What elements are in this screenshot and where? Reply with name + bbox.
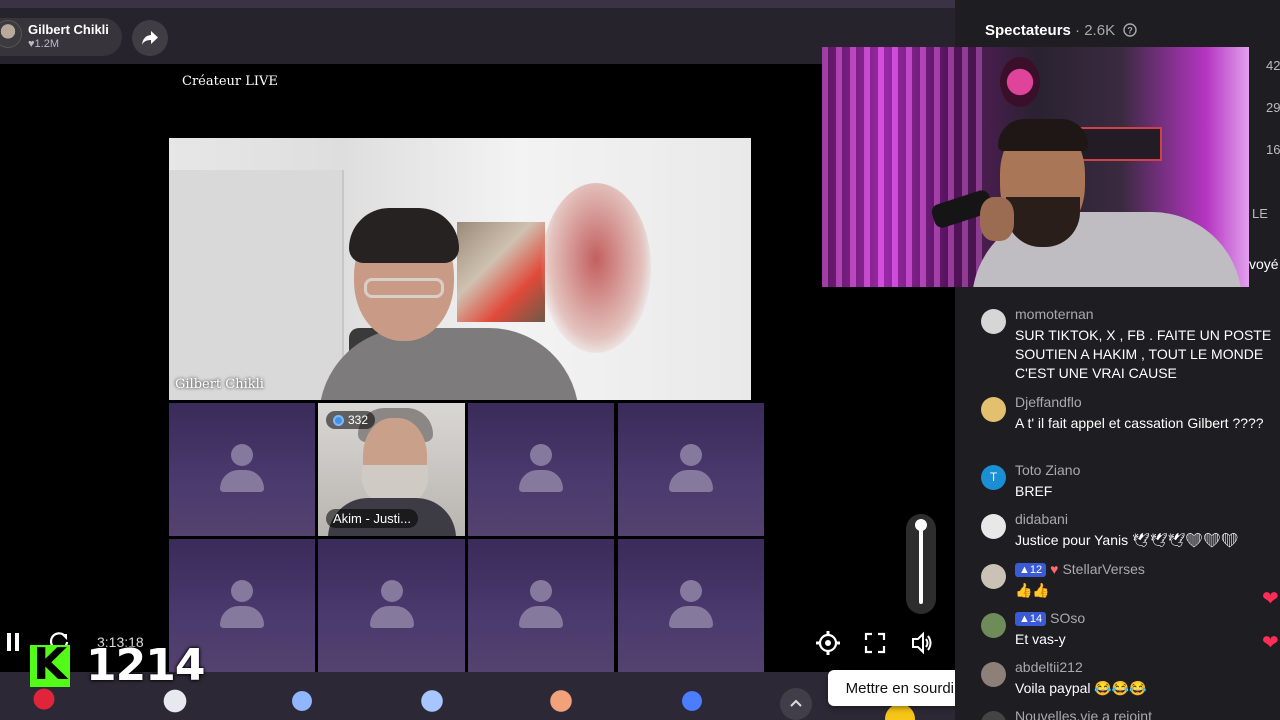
guest-score: 332	[348, 413, 369, 427]
wc-curtain	[822, 47, 982, 287]
guest-name: Akim - Justi...	[326, 509, 419, 528]
wall-poster	[457, 222, 545, 322]
volume-track	[919, 524, 923, 604]
share-icon	[142, 31, 158, 45]
unicorn-gift-icon[interactable]	[412, 682, 452, 720]
chat-avatar[interactable]	[981, 397, 1006, 422]
empty-guest-slot[interactable]	[468, 403, 614, 536]
host-glasses	[364, 278, 444, 298]
level-badge: ▲14	[1015, 612, 1047, 626]
creator-likes: ♥1.2M	[28, 38, 59, 50]
jet-gift-icon[interactable]	[282, 682, 322, 720]
edge-number: 29	[1266, 100, 1280, 115]
chevron-up-icon	[790, 699, 802, 707]
heart-icon: ♥	[1050, 561, 1059, 577]
empty-guest-slot[interactable]	[618, 403, 764, 536]
chat-avatar[interactable]	[981, 662, 1006, 687]
wc-person-hair	[998, 119, 1088, 151]
pause-icon[interactable]	[6, 633, 20, 651]
level-badge: ▲12	[1015, 563, 1047, 577]
viewers-header[interactable]: Spectateurs · 2.6K ?	[985, 22, 1137, 39]
wc-person-hand	[980, 197, 1014, 241]
chat-text: BREF	[1015, 483, 1053, 499]
creator-name[interactable]: Gilbert Chikli	[28, 22, 109, 37]
volume-slider[interactable]	[906, 514, 936, 614]
chat-username[interactable]: momoternan	[1015, 306, 1094, 322]
streamer-webcam	[822, 47, 1249, 287]
chat-text: A t' il fait appel et cassation Gilbert …	[1015, 415, 1264, 431]
empty-guest-slot[interactable]	[169, 403, 315, 536]
person-placeholder-icon	[220, 579, 264, 632]
chat-avatar[interactable]	[981, 564, 1006, 589]
empty-guest-slot[interactable]	[618, 539, 764, 672]
chat-username[interactable]: Nouvelles.vie	[1015, 708, 1098, 720]
chat-username[interactable]: didabani	[1015, 511, 1068, 527]
wc-neon-logo	[1000, 57, 1040, 107]
person-placeholder-icon	[220, 443, 264, 496]
host-hand	[541, 183, 651, 353]
edge-number: 42	[1266, 58, 1280, 73]
live-stream-page: Gilbert Chikli ♥1.2M Créateur LIVE Gilbe…	[0, 0, 1280, 720]
empty-guest-slot[interactable]	[318, 539, 465, 672]
help-icon[interactable]: ?	[1123, 23, 1137, 37]
chat-text: Voila paypal 😂😂😂	[1015, 680, 1147, 696]
host-hair	[349, 208, 459, 263]
chat-avatar[interactable]	[981, 711, 1006, 720]
person-placeholder-icon	[669, 443, 713, 496]
chat-username[interactable]: Djeffandflo	[1015, 394, 1082, 410]
creator-live-label: Créateur LIVE	[176, 71, 284, 92]
gift-expand-button[interactable]	[780, 688, 812, 720]
viewers-title: Spectateurs	[985, 22, 1071, 39]
chat-text: 👍👍	[1015, 582, 1050, 598]
main-video-name: Gilbert Chikli	[175, 377, 264, 392]
chat-username[interactable]: SOso	[1050, 610, 1085, 626]
galaxy-gift-icon[interactable]	[672, 682, 712, 720]
settings-icon[interactable]	[815, 630, 841, 656]
chat-list: momoternan SUR TIKTOK, X , FB . FAITE UN…	[980, 270, 1280, 720]
edge-number: 16	[1266, 142, 1280, 157]
badge-dot-icon	[333, 414, 344, 426]
kick-logo-letter: K	[32, 639, 68, 690]
wall-panel	[169, 170, 344, 400]
chat-username-row[interactable]: ▲12 ♥ StellarVerses	[1015, 561, 1145, 577]
person-placeholder-icon	[669, 579, 713, 632]
main-video[interactable]: Gilbert Chikli	[169, 138, 751, 400]
edge-text: LE	[1252, 206, 1268, 221]
chat-text: Et vas-y	[1015, 631, 1066, 647]
top-strip	[0, 0, 955, 8]
chat-text: SUR TIKTOK, X , FB . FAITE UN POSTE SOUT…	[1015, 327, 1272, 381]
chat-avatar[interactable]: T	[981, 465, 1006, 490]
floating-heart-icon: ❤	[1262, 632, 1279, 654]
volume-knob[interactable]	[915, 519, 927, 531]
chat-text: Justice pour Yanis 🕊🕊🕊❤❤❤	[1015, 532, 1239, 548]
heart-hands-gift-icon[interactable]	[541, 682, 581, 720]
person-placeholder-icon	[519, 443, 563, 496]
chat-username[interactable]: Toto Ziano	[1015, 462, 1080, 478]
volume-icon[interactable]	[909, 630, 935, 656]
chat-username[interactable]: abdeltii212	[1015, 659, 1083, 675]
chat-username-row[interactable]: ▲14 SOso	[1015, 610, 1085, 626]
empty-guest-slot[interactable]	[468, 539, 614, 672]
share-button[interactable]	[132, 20, 168, 56]
person-placeholder-icon	[519, 579, 563, 632]
chat-join-notice: Nouvelles.vie a rejoint	[1015, 708, 1152, 720]
chat-avatar[interactable]	[981, 514, 1006, 539]
guest-score-badge: 332	[326, 411, 376, 429]
chat-join-text: a rejoint	[1102, 708, 1152, 720]
chat-username[interactable]: StellarVerses	[1062, 561, 1144, 577]
guest-video-tile[interactable]: 332 Akim - Justi...	[318, 403, 465, 536]
floating-heart-icon: ❤	[1262, 588, 1279, 610]
svg-text:?: ?	[1128, 26, 1134, 36]
person-placeholder-icon	[369, 579, 414, 632]
viewers-count: 2.6K	[1084, 22, 1116, 39]
chat-avatar[interactable]	[981, 613, 1006, 638]
kick-viewer-count: 1214	[86, 640, 205, 691]
chat-avatar[interactable]	[981, 309, 1006, 334]
fullscreen-icon[interactable]	[862, 630, 888, 656]
